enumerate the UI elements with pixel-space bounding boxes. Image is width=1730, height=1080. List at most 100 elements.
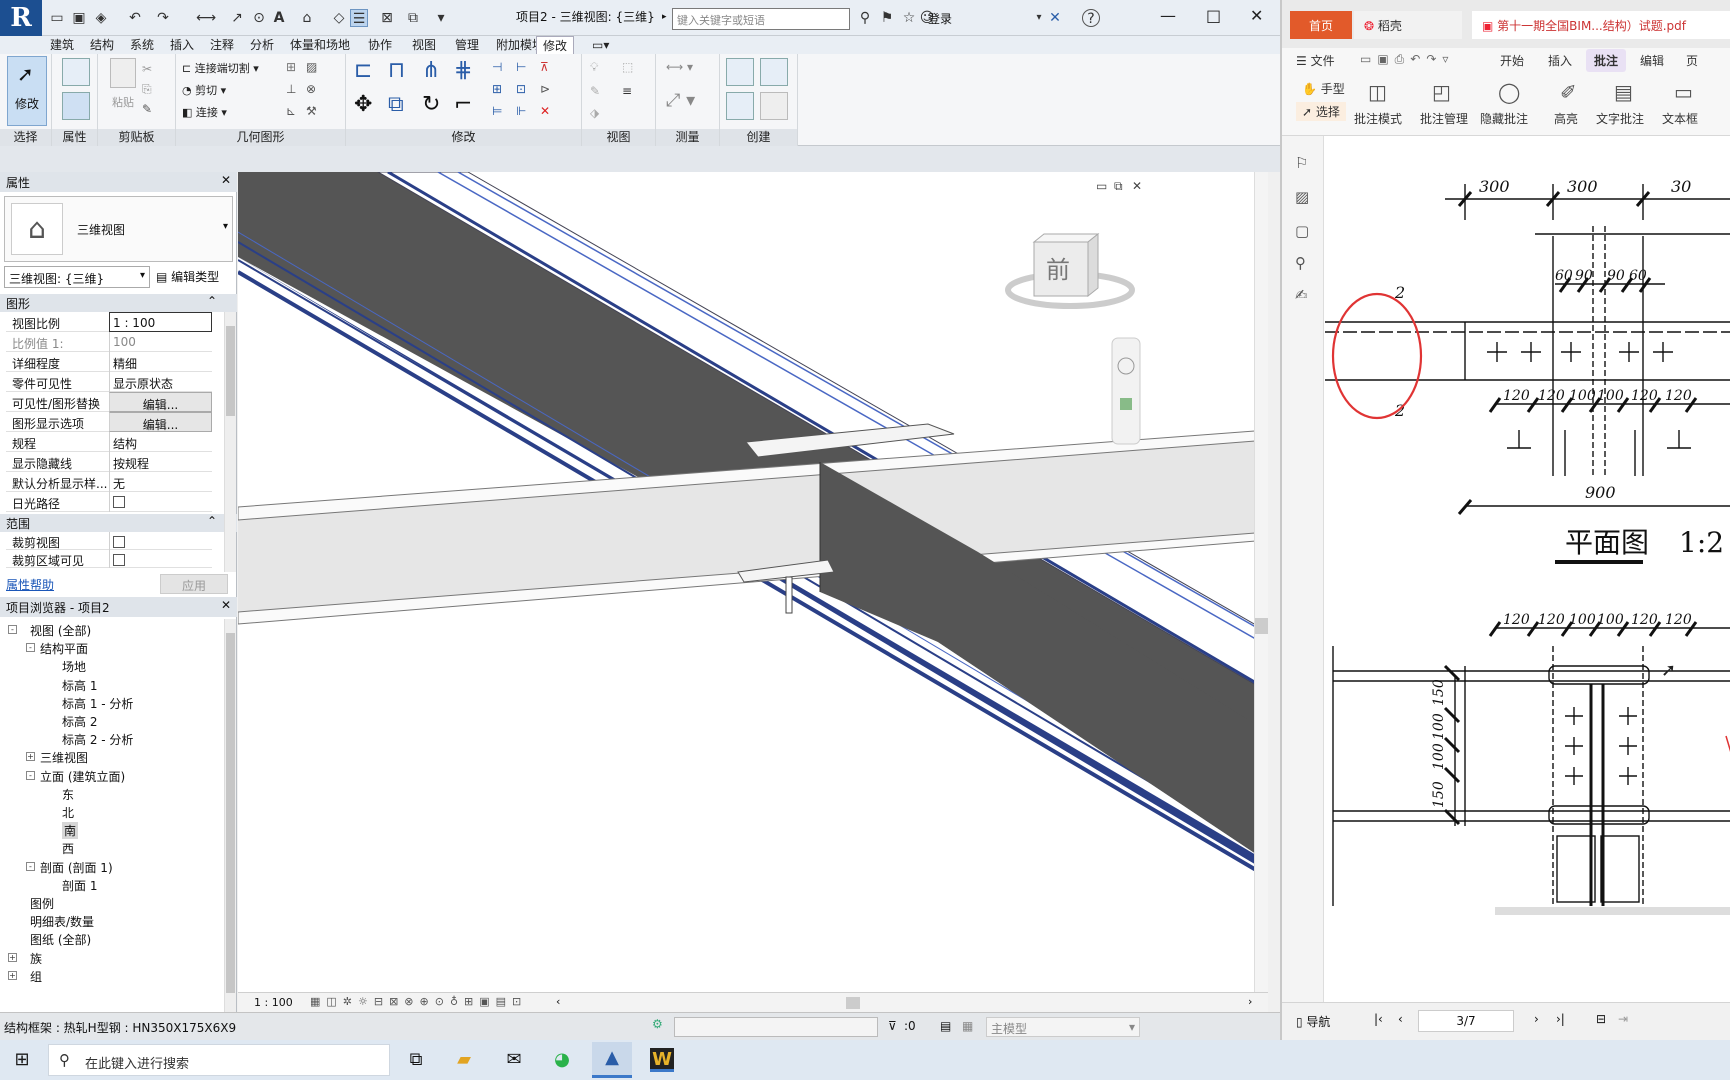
browser-item[interactable]: 视图 (全部) <box>30 622 91 639</box>
trim-multiple-icon[interactable]: ⊨ <box>492 104 502 118</box>
cut-profile-icon[interactable]: ⬗ <box>590 106 599 120</box>
hide-element-icon[interactable]: 💡︎ <box>590 60 598 75</box>
tab-6[interactable]: 体量和场地 <box>290 36 350 54</box>
tab-4[interactable]: 注释 <box>210 36 234 54</box>
hide-annotation-label[interactable]: 隐藏批注 <box>1480 110 1528 127</box>
tab-0[interactable]: 建筑 <box>50 36 74 54</box>
view-instance-dropdown[interactable]: 三维视图: {三维} ▾ <box>4 266 150 288</box>
annotate-manage-label[interactable]: 批注管理 <box>1420 110 1468 127</box>
create-parts-icon[interactable] <box>760 58 788 86</box>
delete-icon[interactable]: ✕ <box>540 104 550 118</box>
type-selector[interactable]: ⌂ 三维视图 ▾ <box>4 196 233 262</box>
hand-tool[interactable]: ✋ 手型 <box>1302 80 1345 97</box>
browser-item[interactable]: 场地 <box>62 658 86 675</box>
close-icon[interactable]: ✕ <box>1250 6 1263 25</box>
align-icon[interactable]: ⊏ <box>354 58 372 83</box>
3d-view-icon[interactable]: ⌂ <box>298 9 316 27</box>
property-value[interactable]: 精细 <box>109 352 212 372</box>
copy-element-icon[interactable]: ⧉ <box>388 92 404 117</box>
select-tool[interactable]: ➚ 选择 <box>1296 102 1346 121</box>
navigation-bar[interactable] <box>1111 337 1141 445</box>
menu-start[interactable]: 开始 <box>1500 52 1524 69</box>
browser-item[interactable]: 标高 1 - 分析 <box>62 695 133 712</box>
pdf-page[interactable]: 300 300 30 2 2 900 60 90 90 60 120 120 1… <box>1325 136 1730 1002</box>
create-similar-icon[interactable] <box>760 92 788 120</box>
subscription-icon[interactable]: ⚑ <box>878 9 896 27</box>
properties-help-link[interactable]: 属性帮助 <box>6 576 54 593</box>
textbox-label[interactable]: 文本框 <box>1662 110 1698 127</box>
linework-icon[interactable]: ✎ <box>590 84 600 98</box>
attachment-icon[interactable]: ⚲ <box>1295 254 1306 272</box>
menu-annotate[interactable]: 批注 <box>1586 49 1627 72</box>
textbox-icon[interactable]: ▭ <box>1674 80 1693 104</box>
wps-taskbar-icon[interactable]: W <box>650 1048 674 1072</box>
offset-icon[interactable]: ⊓ <box>388 58 405 83</box>
undo-icon[interactable]: ↶ <box>126 9 144 27</box>
split-face-icon[interactable]: ⊞ <box>286 60 296 74</box>
maximize-icon[interactable]: □ <box>1206 6 1221 25</box>
section-graphics[interactable]: 图形 ⌃ <box>0 294 237 312</box>
sync-icon[interactable]: ◈ <box>92 9 110 27</box>
tab-7[interactable]: 协作 <box>368 36 392 54</box>
editable-only-icon[interactable]: ▤ <box>940 1019 951 1033</box>
unpin-icon[interactable]: ⊼ <box>540 60 549 74</box>
dimension-icon[interactable]: ↗ <box>228 9 246 27</box>
beam-join-icon[interactable]: ⊾ <box>286 104 296 118</box>
view-scale[interactable]: 1 : 100 <box>254 996 293 1009</box>
navigation-button[interactable]: ▯ 导航 <box>1296 1013 1330 1030</box>
browser-item[interactable]: 北 <box>62 804 74 821</box>
measure-between-icon[interactable]: ⟷ ▾ <box>666 60 693 74</box>
exchange-apps-icon[interactable]: ✕ <box>1046 9 1064 27</box>
browser-item[interactable]: 剖面 1 <box>62 877 97 894</box>
paint-icon[interactable]: ▨ <box>306 60 317 74</box>
expand-toggle-icon[interactable]: + <box>26 752 35 762</box>
type-properties-icon[interactable] <box>62 58 90 86</box>
view-minimize-icon[interactable]: ▭ <box>1096 179 1107 193</box>
group-label[interactable]: 选择 <box>0 129 51 146</box>
browser-item[interactable]: 剖面 (剖面 1) <box>40 859 113 876</box>
browser-item[interactable]: 立面 (建筑立面) <box>40 768 125 785</box>
split-gap-icon[interactable]: ⊢ <box>516 60 526 74</box>
scale-icon[interactable]: ⊡ <box>516 82 526 96</box>
3d-model-canvas[interactable]: 前 ▭ ⧉ ✕ <box>238 172 1268 992</box>
tag-icon[interactable]: ⊙ <box>250 9 268 27</box>
trim-single-icon[interactable]: ⊩ <box>516 104 526 118</box>
mirror-pick-icon[interactable]: ⋔ <box>422 58 440 83</box>
ribbon-display-toggle[interactable]: ▭▾ <box>592 36 609 54</box>
scroll-right-icon[interactable]: › <box>1248 995 1252 1008</box>
browser-item[interactable]: 标高 1 <box>62 677 97 694</box>
properties-icon[interactable] <box>62 92 90 120</box>
revit-taskbar-icon[interactable]: ▲ <box>592 1042 632 1078</box>
pdf-hscrollbar[interactable] <box>1495 907 1730 915</box>
tab-document[interactable]: ▣ 第十一期全国BIM...结构）试题.pdf <box>1472 11 1730 39</box>
task-view-icon[interactable]: ⧉ <box>404 1048 428 1072</box>
view-close-icon[interactable]: ✕ <box>1132 179 1142 193</box>
wechat-icon[interactable]: ◕ <box>550 1048 574 1072</box>
create-assembly-icon[interactable] <box>726 58 754 86</box>
menu-edit[interactable]: 编辑 <box>1640 52 1664 69</box>
browser-scrollbar[interactable] <box>224 619 236 1037</box>
view-restore-icon[interactable]: ⧉ <box>1114 179 1123 193</box>
move-icon[interactable]: ✥ <box>354 92 372 117</box>
mail-icon[interactable]: ✉ <box>502 1048 526 1072</box>
section-extent[interactable]: 范围 ⌃ <box>0 514 237 532</box>
viewport-vscrollbar[interactable] <box>1254 172 1268 992</box>
wall-joins-icon[interactable]: ⊥ <box>286 82 296 96</box>
extent-checkbox[interactable] <box>113 554 125 566</box>
highlight-icon[interactable]: ✐ <box>1560 80 1577 104</box>
match-properties-icon[interactable]: ✎ <box>142 102 152 116</box>
file-menu[interactable]: ☰ 文件 <box>1296 52 1335 69</box>
binoculars-icon[interactable]: ⚲ <box>856 9 874 27</box>
zoom-icon[interactable] <box>1120 398 1132 410</box>
signature-icon[interactable]: ✍ <box>1295 286 1308 304</box>
edit-type-button[interactable]: ▤ 编辑类型 <box>156 268 219 285</box>
view-control-icons[interactable]: ▦◫✲☼⊟⊠⊗⊕⊙♁⊞▣▤⊡ <box>310 995 527 1008</box>
measure-icon[interactable]: ⟷ <box>196 9 216 27</box>
browser-item[interactable]: 标高 2 <box>62 713 97 730</box>
tab-8[interactable]: 视图 <box>412 36 436 54</box>
tab-11[interactable]: 修改 <box>536 36 575 54</box>
last-page-icon[interactable]: ›| <box>1556 1012 1565 1026</box>
browser-item[interactable]: 图例 <box>30 895 54 912</box>
property-value[interactable]: 1 : 100 <box>109 312 212 332</box>
redo-icon[interactable]: ↷ <box>154 9 172 27</box>
